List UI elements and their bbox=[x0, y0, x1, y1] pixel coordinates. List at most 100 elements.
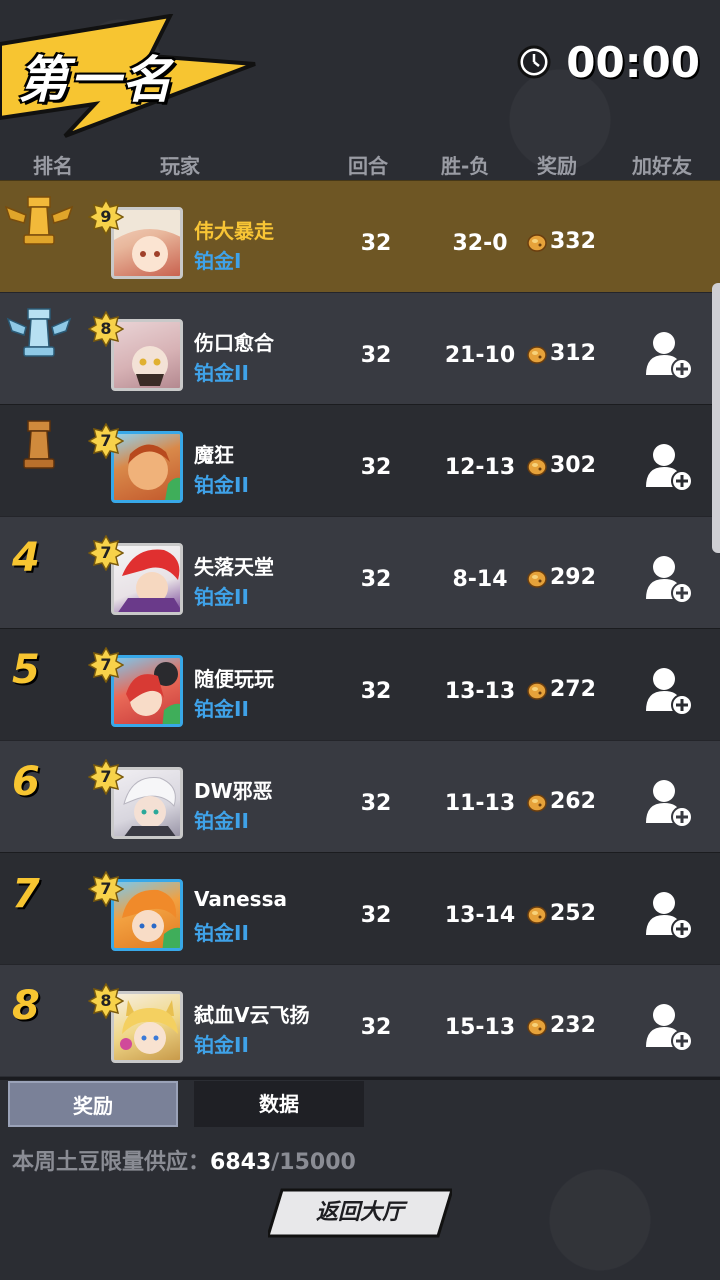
potato-coin-icon bbox=[527, 233, 547, 252]
record-value: 13-14 bbox=[444, 903, 516, 928]
player-name[interactable]: DW邪恶 bbox=[194, 775, 273, 804]
avatar-art bbox=[120, 1000, 178, 1054]
level-badge: 8 bbox=[87, 982, 125, 1020]
player-name[interactable]: 失落天堂 bbox=[194, 551, 274, 580]
reward-amount: 312 bbox=[550, 341, 596, 366]
potato-coin-icon bbox=[527, 345, 547, 364]
rounds-value: 32 bbox=[360, 679, 392, 704]
add-friend-icon[interactable] bbox=[644, 777, 694, 829]
back-to-lobby-button[interactable]: 返回大厅 bbox=[265, 1188, 455, 1238]
supply-max: /15000 bbox=[271, 1150, 356, 1175]
player-name[interactable]: 魔狂 bbox=[194, 439, 234, 468]
avatar-art bbox=[114, 210, 180, 272]
level-number: 7 bbox=[100, 767, 112, 786]
player-name[interactable]: Vanessa bbox=[194, 887, 287, 911]
timer: 00:00 bbox=[516, 36, 700, 88]
table-row[interactable]: 4 7 失落天堂 铂金II 32 8-14 292 bbox=[0, 516, 720, 628]
reward-amount: 262 bbox=[550, 789, 596, 814]
tab-data[interactable]: 数据 bbox=[194, 1081, 364, 1127]
table-row[interactable]: 9 伟大暴走 铂金I 32 32-0 332 bbox=[0, 180, 720, 292]
rounds-value: 32 bbox=[360, 455, 392, 480]
potato-coin-icon bbox=[527, 681, 547, 700]
player-tier: 铂金II bbox=[194, 921, 249, 945]
avatar-art bbox=[132, 346, 168, 386]
rounds-value: 32 bbox=[360, 903, 392, 928]
gold-rook-trophy-icon bbox=[4, 196, 74, 245]
add-friend-icon[interactable] bbox=[644, 329, 694, 381]
table-row[interactable]: 7 7 Vanessa 铂金II 32 13-14 252 bbox=[0, 852, 720, 964]
rounds-value: 32 bbox=[360, 231, 392, 256]
rounds-value: 32 bbox=[360, 567, 392, 592]
reward-amount: 292 bbox=[550, 565, 596, 590]
reward: 292 bbox=[526, 565, 596, 590]
avatar-art bbox=[128, 444, 180, 500]
add-friend-icon[interactable] bbox=[644, 441, 694, 493]
potato-coin-icon bbox=[527, 457, 547, 476]
level-number: 9 bbox=[100, 207, 112, 226]
avatar-art bbox=[122, 889, 180, 948]
column-rank: 排名 bbox=[33, 154, 73, 178]
column-add-friend: 加好友 bbox=[632, 154, 692, 178]
record-value: 32-0 bbox=[452, 231, 508, 256]
table-row[interactable]: 5 7 随便玩玩 铂金II 32 13-13 272 bbox=[0, 628, 720, 740]
rank-number: 7 bbox=[12, 871, 40, 917]
player-tier: 铂金II bbox=[194, 809, 249, 833]
clock-icon bbox=[517, 45, 551, 79]
potato-coin-icon bbox=[527, 905, 547, 924]
column-header: 排名 玩家 回合 胜-负 奖励 加好友 bbox=[0, 150, 720, 178]
reward: 252 bbox=[526, 901, 596, 926]
reward: 272 bbox=[526, 677, 596, 702]
level-number: 8 bbox=[100, 991, 112, 1010]
avatar-art bbox=[118, 549, 180, 612]
player-name[interactable]: 伟大暴走 bbox=[194, 215, 274, 244]
table-row[interactable]: 8 8 弑血V云飞扬 铂金II 32 15-13 232 bbox=[0, 964, 720, 1076]
rank-number: 5 bbox=[12, 647, 40, 693]
player-tier: 铂金II bbox=[194, 1033, 249, 1057]
level-number: 7 bbox=[100, 879, 112, 898]
reward-amount: 232 bbox=[550, 1013, 596, 1038]
potato-coin-icon bbox=[527, 1017, 547, 1036]
player-tier: 铂金II bbox=[194, 361, 249, 385]
bronze-rook-icon bbox=[23, 420, 55, 469]
record-value: 21-10 bbox=[444, 343, 516, 368]
table-row[interactable]: 6 7 DW邪恶 铂金II 32 11-13 262 bbox=[0, 740, 720, 852]
level-badge: 9 bbox=[87, 198, 125, 236]
reward: 332 bbox=[526, 229, 596, 254]
silver-rook-trophy-icon bbox=[6, 308, 72, 357]
tab-reward[interactable]: 奖励 bbox=[8, 1081, 178, 1127]
player-name[interactable]: 弑血V云飞扬 bbox=[194, 999, 309, 1028]
player-name[interactable]: 伤口愈合 bbox=[194, 327, 274, 356]
rank-number: 6 bbox=[12, 759, 40, 805]
leaderboard: 9 伟大暴走 铂金I 32 32-0 332 8 伤口愈合 铂金II 32 21… bbox=[0, 180, 720, 1076]
add-friend-icon[interactable] bbox=[644, 665, 694, 717]
back-to-lobby-label: 返回大厅 bbox=[315, 1200, 404, 1225]
rounds-value: 32 bbox=[360, 1015, 392, 1040]
avatar-art bbox=[123, 777, 176, 836]
level-number: 7 bbox=[100, 431, 112, 450]
add-friend-icon[interactable] bbox=[644, 553, 694, 605]
record-value: 15-13 bbox=[444, 1015, 516, 1040]
divider bbox=[0, 1077, 720, 1080]
rank-number: 4 bbox=[12, 535, 40, 581]
record-value: 11-13 bbox=[444, 791, 516, 816]
level-number: 7 bbox=[100, 655, 112, 674]
timer-text: 00:00 bbox=[566, 37, 700, 87]
potato-coin-icon bbox=[527, 569, 547, 588]
table-row[interactable]: 8 伤口愈合 铂金II 32 21-10 312 bbox=[0, 292, 720, 404]
reward: 262 bbox=[526, 789, 596, 814]
side-scroll-handle[interactable] bbox=[712, 283, 720, 553]
reward: 232 bbox=[526, 1013, 596, 1038]
rounds-value: 32 bbox=[360, 791, 392, 816]
table-row[interactable]: 7 魔狂 铂金II 32 12-13 302 bbox=[0, 404, 720, 516]
add-friend-icon[interactable] bbox=[644, 889, 694, 941]
column-rounds: 回合 bbox=[348, 154, 388, 178]
reward-amount: 252 bbox=[550, 901, 596, 926]
potato-coin-icon bbox=[527, 793, 547, 812]
record-value: 8-14 bbox=[452, 567, 508, 592]
rounds-value: 32 bbox=[360, 343, 392, 368]
level-badge: 8 bbox=[87, 310, 125, 348]
supply-current: 6843 bbox=[210, 1150, 272, 1175]
add-friend-icon[interactable] bbox=[644, 1001, 694, 1053]
level-badge: 7 bbox=[87, 646, 125, 684]
player-name[interactable]: 随便玩玩 bbox=[194, 663, 274, 692]
